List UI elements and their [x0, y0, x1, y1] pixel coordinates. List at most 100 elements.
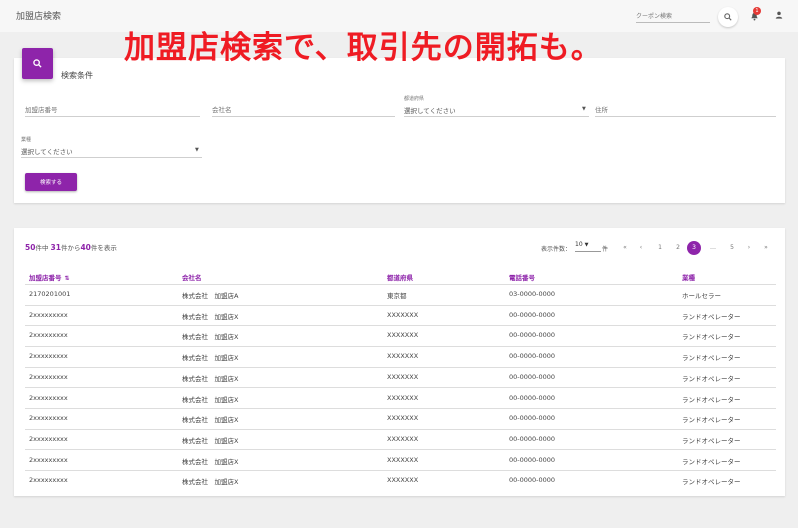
company-name-input[interactable]	[212, 104, 395, 117]
table-cell: ランドオペレーター	[682, 313, 741, 321]
table-cell: XXXXXXX	[387, 373, 419, 381]
column-header-3[interactable]: 電話番号	[509, 272, 535, 282]
address-input[interactable]	[595, 104, 776, 117]
table-cell: 00-0000-0000	[509, 373, 556, 381]
coupon-search-input[interactable]	[636, 12, 710, 23]
table-cell: XXXXXXX	[387, 456, 419, 464]
table-cell: 株式会社 加盟店X	[182, 478, 239, 486]
total-count: 50	[25, 243, 36, 252]
chevron-down-icon: ▼	[584, 242, 589, 248]
table-cell: 2170201001	[29, 290, 71, 298]
search-submit-button[interactable]: 検索する	[25, 173, 77, 191]
results-summary: 50件中 31件から40件を表示	[25, 242, 117, 252]
table-cell: ランドオペレーター	[682, 437, 741, 445]
table-cell: ランドオペレーター	[682, 416, 741, 424]
from-count: 31	[50, 243, 61, 252]
table-cell: 株式会社 加盟店X	[182, 437, 239, 445]
table-cell: 2xxxxxxxxx	[29, 311, 68, 319]
table-cell: 00-0000-0000	[509, 311, 556, 319]
column-header-0[interactable]: 加盟店番号 ⇅	[29, 272, 70, 282]
page-button-8[interactable]: »	[759, 241, 773, 255]
total-suffix: 件中	[35, 244, 49, 252]
table-cell: 株式会社 加盟店X	[182, 396, 239, 404]
table-cell: 2xxxxxxxxx	[29, 352, 68, 360]
table-cell: 03-0000-0000	[509, 290, 556, 298]
user-menu-button[interactable]	[772, 8, 786, 22]
prefecture-select[interactable]: 選択してください	[404, 105, 456, 115]
page-button-0[interactable]: «	[618, 241, 632, 255]
notification-badge: 1	[753, 7, 761, 15]
industry-label: 業種	[21, 137, 32, 143]
table-cell: 00-0000-0000	[509, 352, 556, 360]
table-cell: XXXXXXX	[387, 414, 419, 422]
page-button-7[interactable]: ›	[742, 241, 756, 255]
industry-select[interactable]: 選択してください	[21, 146, 73, 156]
search-conditions-title: 検索条件	[61, 71, 93, 80]
table-cell: ランドオペレーター	[682, 333, 741, 341]
table-cell: 2xxxxxxxxx	[29, 435, 68, 443]
chevron-down-icon: ▼	[582, 106, 586, 112]
table-cell: 株式会社 加盟店A	[182, 292, 239, 300]
per-page-select[interactable]: 10 ▼	[575, 241, 601, 252]
prefecture-underline	[404, 116, 589, 117]
page-button-1[interactable]: ‹	[634, 241, 648, 255]
from-suffix: 件から	[60, 244, 81, 252]
table-row-divider	[25, 325, 776, 326]
table-cell: 株式会社 加盟店X	[182, 333, 239, 341]
table-cell: 株式会社 加盟店X	[182, 313, 239, 321]
headline-banner: 加盟店検索で、取引先の開拓も。	[124, 30, 603, 66]
table-cell: 株式会社 加盟店X	[182, 375, 239, 383]
table-cell: 2xxxxxxxxx	[29, 456, 68, 464]
column-header-1[interactable]: 会社名	[182, 272, 202, 282]
table-cell: XXXXXXX	[387, 311, 419, 319]
table-cell: 2xxxxxxxxx	[29, 331, 68, 339]
to-count: 40	[80, 243, 91, 252]
table-cell: 株式会社 加盟店X	[182, 458, 239, 466]
sort-icon[interactable]: ⇅	[65, 275, 70, 282]
column-header-4[interactable]: 業種	[682, 272, 695, 282]
table-row-divider	[25, 429, 776, 430]
search-icon	[724, 13, 732, 21]
table-cell: ホールセラー	[682, 292, 721, 300]
table-row-divider	[25, 470, 776, 471]
store-number-input[interactable]	[25, 104, 200, 117]
table-cell: XXXXXXX	[387, 435, 419, 443]
column-header-2[interactable]: 都道府県	[387, 272, 413, 282]
table-row-divider	[25, 387, 776, 388]
chevron-down-icon: ▼	[195, 147, 199, 153]
search-panel-icon-box	[22, 48, 53, 79]
table-cell: 東京都	[387, 292, 407, 300]
table-cell: ランドオペレーター	[682, 375, 741, 383]
table-cell: 2xxxxxxxxx	[29, 373, 68, 381]
per-page-value: 10	[575, 241, 583, 248]
table-row-divider	[25, 449, 776, 450]
to-suffix: 件を表示	[90, 244, 117, 252]
table-row-divider	[25, 305, 776, 306]
table-cell: 00-0000-0000	[509, 331, 556, 339]
table-divider	[25, 284, 776, 285]
table-cell: ランドオペレーター	[682, 458, 741, 466]
table-cell: 株式会社 加盟店X	[182, 416, 239, 424]
table-cell: ランドオペレーター	[682, 478, 741, 486]
page-button-6[interactable]: 5	[725, 241, 739, 255]
search-panel	[14, 58, 785, 203]
table-cell: 2xxxxxxxxx	[29, 476, 68, 484]
industry-underline	[21, 157, 202, 158]
table-row-divider	[25, 408, 776, 409]
table-cell: 2xxxxxxxxx	[29, 394, 68, 402]
table-cell: XXXXXXX	[387, 394, 419, 402]
page-button-5: …	[710, 244, 716, 251]
table-cell: 00-0000-0000	[509, 414, 556, 422]
table-cell: ランドオペレーター	[682, 396, 741, 404]
page-button-4[interactable]: 3	[687, 241, 701, 255]
prefecture-label: 都道府県	[404, 96, 425, 102]
coupon-search-button[interactable]	[718, 7, 738, 27]
table-cell: 株式会社 加盟店X	[182, 354, 239, 362]
table-cell: XXXXXXX	[387, 352, 419, 360]
table-row-divider	[25, 346, 776, 347]
page-button-2[interactable]: 1	[653, 241, 667, 255]
search-icon	[33, 59, 42, 68]
app-title: 加盟店検索	[16, 12, 62, 22]
table-cell: 00-0000-0000	[509, 435, 556, 443]
page-button-3[interactable]: 2	[671, 241, 685, 255]
